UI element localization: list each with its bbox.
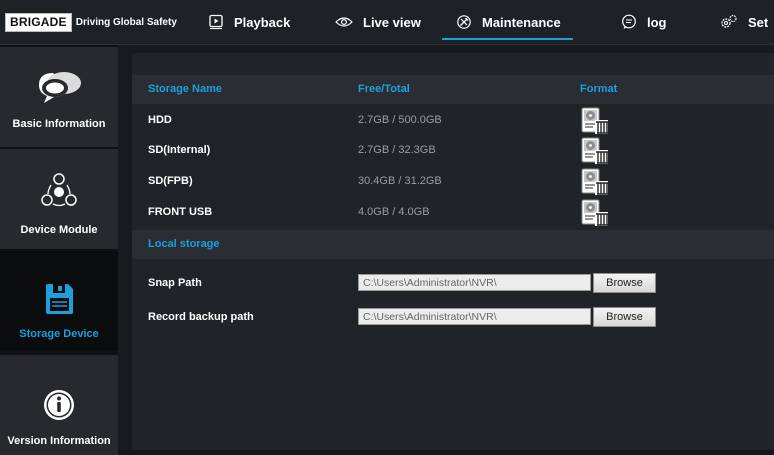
nav-maintenance-label: Maintenance xyxy=(482,14,561,30)
storage-name: FRONT USB xyxy=(148,206,213,218)
column-header-free-total: Free/Total xyxy=(358,83,410,95)
sidebar-item-label: Version Information xyxy=(7,435,111,447)
info-icon xyxy=(44,390,74,420)
sidebar: Basic Information Device Module Storage xyxy=(0,45,118,455)
disk-format-icon[interactable] xyxy=(581,199,609,227)
module-icon xyxy=(41,173,77,207)
sidebar-item-label: Storage Device xyxy=(19,328,99,340)
storage-name: HDD xyxy=(148,114,172,126)
sidebar-item-label: Basic Information xyxy=(12,118,106,130)
playback-icon xyxy=(209,14,223,30)
main-content: Storage Name Free/Total Format HDD 2.7GB… xyxy=(118,45,774,450)
sidebar-item-device-module[interactable]: Device Module xyxy=(0,149,118,249)
brand-logo: BRIGADE xyxy=(5,13,72,32)
snap-path-row: Snap Path Browse xyxy=(132,265,774,301)
nav-log-label: log xyxy=(647,14,667,30)
disk-format-icon[interactable] xyxy=(581,137,609,165)
nav-set-label: Set xyxy=(748,14,769,30)
brand: BRIGADE Driving Global Safety xyxy=(5,13,177,32)
nav-playback-label: Playback xyxy=(234,14,291,30)
storage-free-total: 4.0GB / 4.0GB xyxy=(358,206,430,218)
gear-icon xyxy=(721,14,737,28)
floppy-disk-icon xyxy=(46,284,73,314)
table-row: HDD 2.7GB / 500.0GB xyxy=(132,105,774,135)
storage-free-total: 2.7GB / 32.3GB xyxy=(358,144,436,156)
snap-path-input[interactable] xyxy=(358,274,591,291)
storage-name: SD(FPB) xyxy=(148,175,193,187)
storage-table-header: Storage Name Free/Total Format xyxy=(132,75,774,104)
top-navigation-bar: BRIGADE Driving Global Safety Playback L… xyxy=(0,0,774,45)
column-header-format: Format xyxy=(580,83,618,95)
nav-live-view-label: Live view xyxy=(363,14,421,30)
storage-free-total: 30.4GB / 31.2GB xyxy=(358,175,442,187)
brand-tagline: Driving Global Safety xyxy=(75,17,177,28)
sidebar-item-storage-device[interactable]: Storage Device xyxy=(0,251,118,351)
local-storage-header: Local storage xyxy=(132,230,774,259)
nav-live-view[interactable]: Live view xyxy=(335,0,421,44)
wrench-icon xyxy=(457,15,471,29)
sidebar-item-label: Device Module xyxy=(20,224,98,236)
storage-panel: Storage Name Free/Total Format HDD 2.7GB… xyxy=(132,53,774,450)
snap-path-label: Snap Path xyxy=(148,277,202,289)
eye-icon xyxy=(335,17,353,27)
storage-free-total: 2.7GB / 500.0GB xyxy=(358,114,442,126)
log-icon xyxy=(622,14,636,29)
record-backup-path-label: Record backup path xyxy=(148,311,254,323)
table-row: SD(FPB) 30.4GB / 31.2GB xyxy=(132,166,774,196)
nav-maintenance[interactable]: Maintenance xyxy=(442,0,573,44)
disk-format-icon[interactable] xyxy=(581,168,609,196)
sidebar-item-basic-information[interactable]: Basic Information xyxy=(0,47,118,147)
nav-playback[interactable]: Playback xyxy=(208,0,290,44)
nav-log[interactable]: log xyxy=(621,0,667,44)
column-header-storage-name: Storage Name xyxy=(148,83,222,95)
speech-bubble-icon xyxy=(39,72,81,103)
nav-set[interactable]: Set xyxy=(720,0,768,44)
record-backup-path-row: Record backup path Browse xyxy=(132,299,774,335)
record-backup-path-browse-button[interactable]: Browse xyxy=(593,307,656,327)
table-row: FRONT USB 4.0GB / 4.0GB xyxy=(132,197,774,227)
local-storage-title: Local storage xyxy=(148,238,220,250)
storage-name: SD(Internal) xyxy=(148,144,211,156)
sidebar-item-version-information[interactable]: Version Information xyxy=(0,355,118,455)
snap-path-browse-button[interactable]: Browse xyxy=(593,273,656,293)
table-row: SD(Internal) 2.7GB / 32.3GB xyxy=(132,135,774,165)
record-backup-path-input[interactable] xyxy=(358,308,591,325)
disk-format-icon[interactable] xyxy=(581,107,609,135)
